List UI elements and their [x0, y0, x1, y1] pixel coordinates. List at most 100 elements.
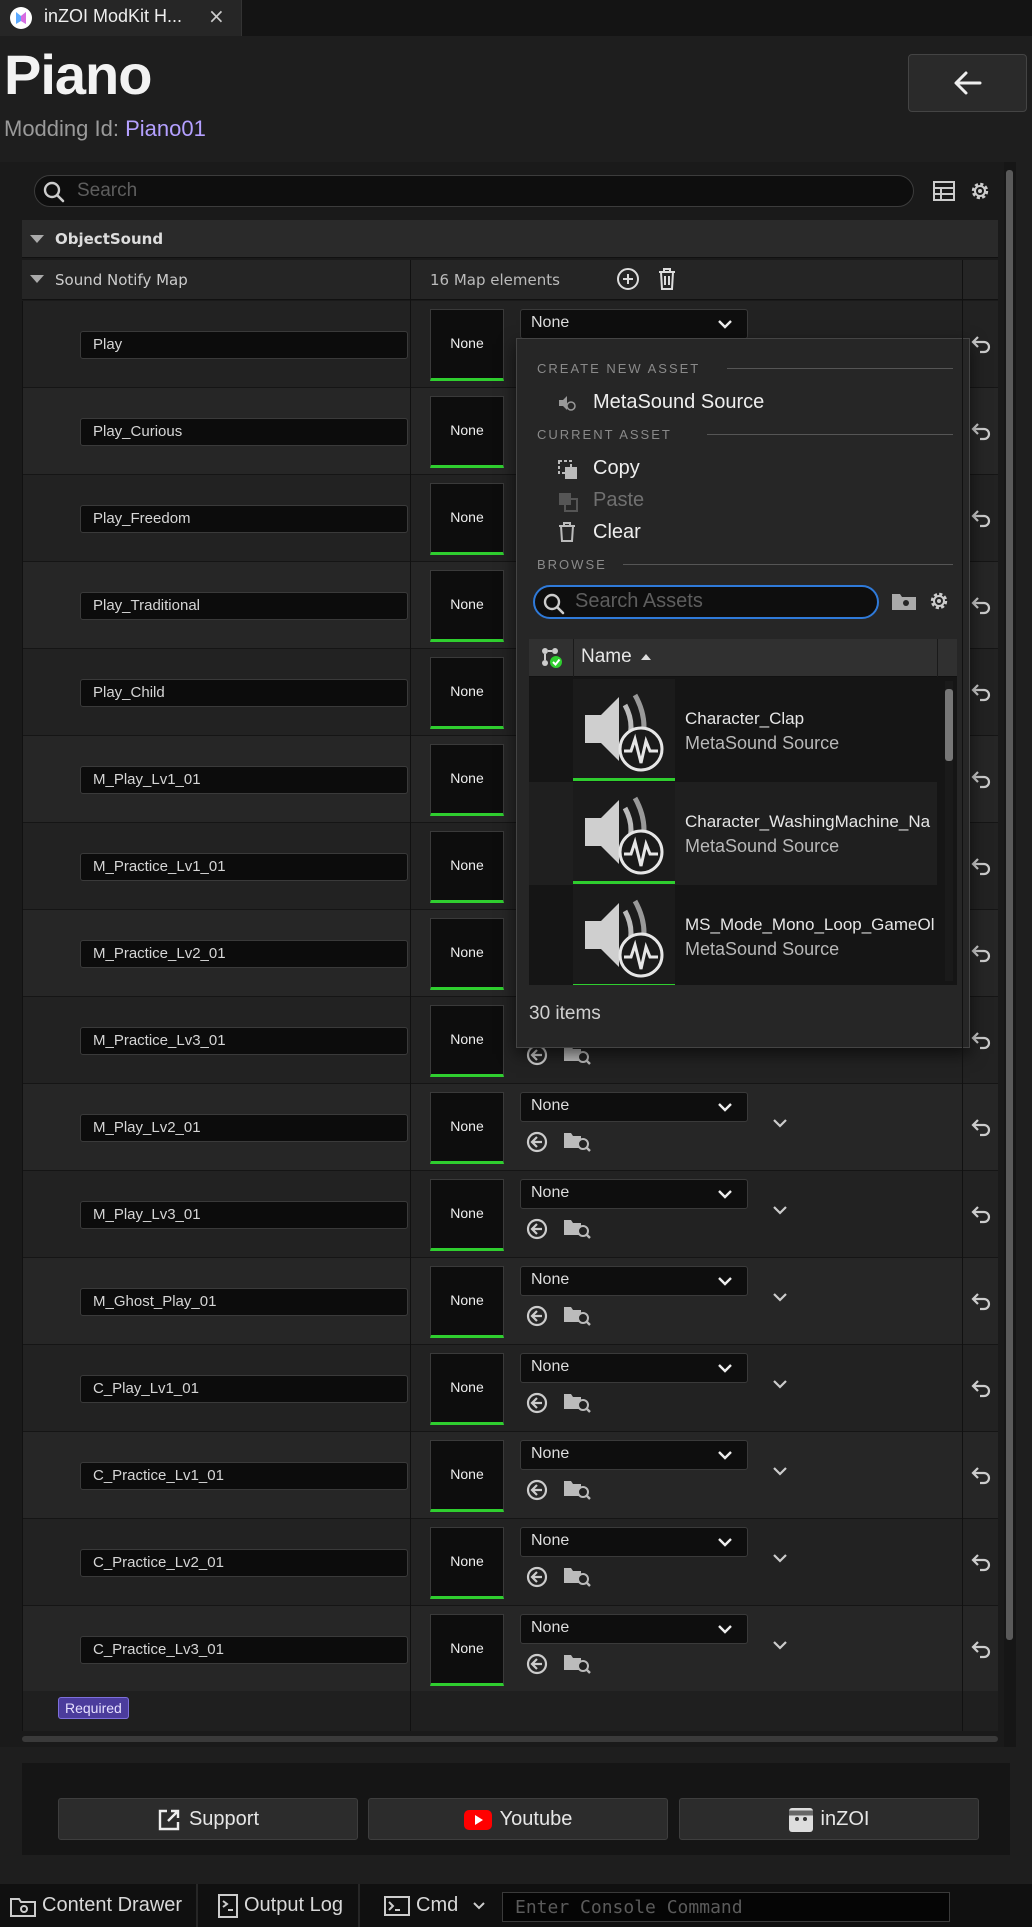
map-key-field[interactable]: M_Practice_Lv2_01	[80, 940, 408, 968]
browse-to-asset-icon[interactable]	[563, 1478, 591, 1500]
reset-to-default-icon[interactable]	[970, 769, 992, 789]
browse-to-asset-icon[interactable]	[563, 1565, 591, 1587]
map-key-field[interactable]: M_Ghost_Play_01	[80, 1288, 408, 1316]
browse-to-asset-icon[interactable]	[563, 1130, 591, 1152]
reset-to-default-icon[interactable]	[970, 421, 992, 441]
add-element-icon[interactable]	[616, 267, 640, 291]
map-key-field[interactable]: M_Play_Lv3_01	[80, 1201, 408, 1229]
output-log-button[interactable]: Output Log	[208, 1884, 360, 1927]
map-key-field[interactable]: C_Practice_Lv1_01	[80, 1462, 408, 1490]
close-icon[interactable]: ×	[208, 4, 225, 28]
map-key-field[interactable]: Play_Curious	[80, 418, 408, 446]
trash-icon[interactable]	[656, 267, 678, 291]
inzoi-button[interactable]: inZOI	[679, 1798, 979, 1840]
asset-thumbnail[interactable]: None	[430, 1092, 504, 1164]
clear-menu-item[interactable]: Clear	[593, 521, 641, 544]
use-selected-icon[interactable]	[526, 1305, 550, 1327]
asset-combo[interactable]: None	[520, 1266, 748, 1296]
browse-to-asset-icon[interactable]	[563, 1217, 591, 1239]
asset-thumbnail[interactable]: None	[430, 1527, 504, 1599]
reset-to-default-icon[interactable]	[970, 1291, 992, 1311]
map-key-field[interactable]: Play_Traditional	[80, 592, 408, 620]
map-key-field[interactable]: C_Play_Lv1_01	[80, 1375, 408, 1403]
reset-to-default-icon[interactable]	[970, 1639, 992, 1659]
table-view-icon[interactable]	[932, 180, 956, 202]
asset-thumbnail[interactable]: None	[430, 309, 504, 381]
browse-to-asset-icon[interactable]	[563, 1652, 591, 1674]
expand-chevron-icon[interactable]	[772, 1640, 788, 1650]
section-objectsound[interactable]: ObjectSound	[22, 220, 998, 258]
support-button[interactable]: Support	[58, 1798, 358, 1840]
search-assets-input[interactable]: Search Assets	[533, 585, 879, 619]
use-selected-icon[interactable]	[526, 1392, 550, 1414]
asset-thumbnail[interactable]: None	[430, 744, 504, 816]
expand-chevron-icon[interactable]	[772, 1205, 788, 1215]
reset-to-default-icon[interactable]	[970, 595, 992, 615]
column-divider[interactable]	[410, 260, 411, 1731]
asset-row[interactable]: Character_Clap MetaSound Source	[529, 679, 937, 782]
browse-to-asset-icon[interactable]	[563, 1304, 591, 1326]
map-key-field[interactable]: C_Practice_Lv2_01	[80, 1549, 408, 1577]
use-selected-icon[interactable]	[526, 1479, 550, 1501]
map-key-field[interactable]: M_Play_Lv2_01	[80, 1114, 408, 1142]
reset-to-default-icon[interactable]	[970, 1378, 992, 1398]
cmd-dropdown[interactable]: Cmd	[374, 1884, 492, 1927]
filter-icon[interactable]	[541, 647, 563, 669]
reset-to-default-icon[interactable]	[970, 856, 992, 876]
asset-thumbnail[interactable]: None	[430, 1266, 504, 1338]
asset-thumbnail[interactable]: None	[430, 1614, 504, 1686]
map-key-field[interactable]: C_Practice_Lv3_01	[80, 1636, 408, 1664]
asset-row[interactable]: MS_Mode_Mono_Loop_GameOl MetaSound Source	[529, 885, 937, 985]
collapse-arrow-icon[interactable]	[30, 235, 44, 243]
asset-combo[interactable]: None	[520, 1440, 748, 1470]
browse-folder-icon[interactable]	[891, 591, 917, 611]
column-name[interactable]: Name	[581, 646, 632, 668]
map-key-field[interactable]: Play_Child	[80, 679, 408, 707]
column-divider[interactable]	[22, 301, 23, 1731]
asset-thumbnail[interactable]: None	[430, 657, 504, 729]
map-key-field[interactable]: Play	[80, 331, 408, 359]
create-metasound-source[interactable]: MetaSound Source	[593, 391, 764, 414]
copy-menu-item[interactable]: Copy	[593, 457, 640, 480]
asset-combo[interactable]: None	[520, 309, 748, 339]
asset-thumbnail[interactable]: None	[430, 1179, 504, 1251]
vertical-scrollbar-thumb[interactable]	[1006, 170, 1013, 1640]
use-selected-icon[interactable]	[526, 1218, 550, 1240]
use-selected-icon[interactable]	[526, 1131, 550, 1153]
browse-to-asset-icon[interactable]	[563, 1391, 591, 1413]
asset-thumbnail[interactable]: None	[430, 831, 504, 903]
horizontal-scrollbar[interactable]	[22, 1736, 998, 1742]
asset-thumbnail[interactable]: None	[430, 1005, 504, 1077]
paste-menu-item[interactable]: Paste	[593, 489, 644, 512]
asset-list-scrollbar[interactable]	[945, 681, 953, 981]
settings-gear-icon[interactable]	[968, 179, 992, 203]
back-button[interactable]	[908, 54, 1027, 112]
asset-thumbnail[interactable]: None	[430, 570, 504, 642]
scrollbar-thumb[interactable]	[945, 689, 953, 761]
reset-to-default-icon[interactable]	[970, 1465, 992, 1485]
use-selected-icon[interactable]	[526, 1653, 550, 1675]
reset-to-default-icon[interactable]	[970, 334, 992, 354]
map-key-field[interactable]: Play_Freedom	[80, 505, 408, 533]
expand-chevron-icon[interactable]	[772, 1553, 788, 1563]
expand-chevron-icon[interactable]	[772, 1292, 788, 1302]
settings-gear-icon[interactable]	[927, 589, 951, 613]
use-selected-icon[interactable]	[526, 1566, 550, 1588]
asset-combo[interactable]: None	[520, 1614, 748, 1644]
reset-to-default-icon[interactable]	[970, 1204, 992, 1224]
tab-modkit[interactable]: inZOI ModKit H... ×	[0, 0, 242, 36]
reset-to-default-icon[interactable]	[970, 508, 992, 528]
map-key-field[interactable]: M_Practice_Lv3_01	[80, 1027, 408, 1055]
asset-combo[interactable]: None	[520, 1092, 748, 1122]
search-input[interactable]: Search	[34, 175, 914, 207]
map-key-field[interactable]: M_Practice_Lv1_01	[80, 853, 408, 881]
asset-thumbnail[interactable]: None	[430, 1353, 504, 1425]
reset-to-default-icon[interactable]	[970, 682, 992, 702]
map-key-field[interactable]: M_Play_Lv1_01	[80, 766, 408, 794]
asset-row[interactable]: Character_WashingMachine_Na MetaSound Sou…	[529, 782, 937, 885]
reset-to-default-icon[interactable]	[970, 943, 992, 963]
column-divider[interactable]	[962, 260, 963, 1731]
asset-thumbnail[interactable]: None	[430, 918, 504, 990]
reset-to-default-icon[interactable]	[970, 1117, 992, 1137]
expand-chevron-icon[interactable]	[772, 1466, 788, 1476]
